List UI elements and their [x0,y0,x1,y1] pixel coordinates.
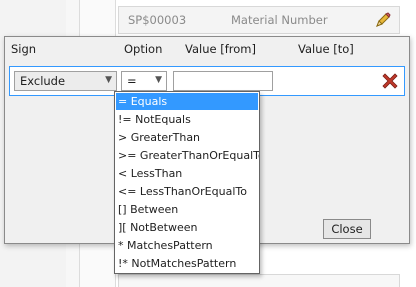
dropdown-option-less-than-or-equal[interactable]: <= LessThanOrEqualTo [116,183,258,200]
sign-select[interactable]: Exclude ▼ [14,71,117,91]
header-option: Option [124,42,163,56]
option-select-value: = [127,74,137,88]
dropdown-option-greater-than-or-equal[interactable]: >= GreaterThanOrEqualTo [116,147,259,164]
value-from-input[interactable] [173,71,273,91]
delete-row-button[interactable] [378,69,402,93]
header-sign: Sign [11,42,37,56]
dropdown-option-less-than[interactable]: < LessThan [116,165,258,182]
dropdown-option-not-between[interactable]: ][ NotBetween [116,219,258,236]
dropdown-option-equals[interactable]: = Equals [116,93,258,110]
option-dropdown-list[interactable]: = Equals != NotEquals > GreaterThan >= G… [114,91,260,274]
background-table-row [118,274,400,287]
pencil-edit-icon[interactable] [373,10,393,30]
dropdown-option-not-equals[interactable]: != NotEquals [116,111,258,128]
chevron-down-icon: ▼ [155,75,162,85]
dropdown-option-between[interactable]: [] Between [116,201,258,218]
header-value-to: Value [to] [298,42,354,56]
sign-select-value: Exclude [20,74,66,88]
chevron-down-icon: ▼ [105,75,112,85]
red-x-icon [382,73,398,89]
option-select[interactable]: = ▼ [121,71,167,91]
row-label: Material Number [231,13,328,27]
background-table-row[interactable]: SP$00003 Material Number [118,6,400,34]
header-value-from: Value [from] [185,42,256,56]
dropdown-option-not-matches-pattern[interactable]: !* NotMatchesPattern [116,255,258,272]
close-button[interactable]: Close [323,219,371,239]
row-id: SP$00003 [128,13,187,27]
dropdown-option-greater-than[interactable]: > GreaterThan [116,129,258,146]
column-header-row: Sign Option Value [from] Value [to] [5,37,409,61]
dropdown-option-matches-pattern[interactable]: * MatchesPattern [116,237,258,254]
